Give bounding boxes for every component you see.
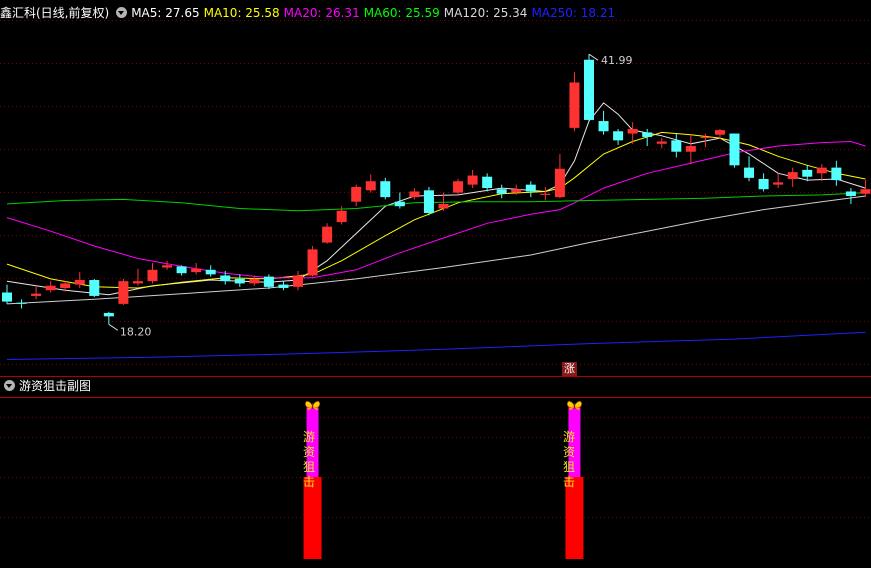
candle-body (744, 167, 755, 178)
signal-label-2: 游资狙击 (562, 430, 575, 489)
candle-body (74, 280, 85, 285)
candle-body (627, 129, 638, 134)
candle-body (525, 184, 536, 192)
candle-body (45, 285, 56, 291)
chart-canvas[interactable]: 41.99 18.20 (0, 0, 871, 564)
candle-body (511, 189, 522, 193)
candle-body (758, 178, 769, 190)
ma10-label: MA10: 25.58 (203, 6, 280, 20)
candle-body (642, 132, 653, 137)
ma250-label: MA250: 18.21 (531, 6, 616, 20)
butterfly-icon (567, 401, 582, 411)
candle-body (569, 82, 580, 128)
candle-body (89, 280, 100, 296)
low-price-label: 18.20 (120, 325, 152, 338)
candle-body (394, 201, 405, 207)
candle-body (438, 203, 449, 209)
butterfly-icon (305, 401, 320, 411)
high-price-label: 41.99 (601, 54, 633, 67)
ma60-label: MA60: 25.59 (363, 6, 440, 20)
limit-up-tag: 涨 (562, 362, 577, 376)
candle-body (220, 275, 231, 282)
candle-body (162, 265, 173, 268)
candle-body (496, 189, 507, 194)
candle-body (714, 130, 725, 135)
candle-body (249, 278, 260, 284)
candle-body (482, 176, 493, 189)
candle-body (860, 189, 871, 194)
stock-chart-window: 41.99 18.20 鑫汇科(日线,前复权) MA5: 27.65 MA10: 25… (0, 0, 871, 564)
candle-body (453, 181, 464, 193)
candle-body (816, 167, 827, 174)
ma5-label: MA5: 27.65 (131, 6, 200, 20)
candle-body (234, 278, 245, 284)
candle-body (540, 193, 551, 195)
candle-body (831, 167, 842, 181)
candle-body (60, 283, 71, 288)
candle-body (554, 168, 565, 198)
candle-body (263, 276, 274, 287)
sub-chart-header: 游资狙击副图 (0, 376, 95, 396)
candle-body (191, 268, 202, 273)
low-marker-line (108, 323, 119, 331)
candle-body (103, 312, 114, 317)
candle-body (336, 210, 347, 223)
candle-body (307, 249, 318, 276)
high-marker-line (588, 53, 599, 61)
candle-body (205, 269, 216, 275)
candle-body (278, 284, 289, 288)
sub-chart-title: 游资狙击副图 (19, 379, 92, 393)
candle-body (700, 136, 711, 139)
candle-body (423, 190, 434, 214)
candle-body (365, 181, 376, 191)
candle-body (16, 302, 27, 304)
candle-body (132, 281, 143, 284)
candle-body (729, 133, 740, 166)
candle-body (147, 269, 158, 282)
main-chart-header: 鑫汇科(日线,前复权) MA5: 27.65 MA10: 25.58 MA20: 26… (0, 3, 619, 23)
candle-body (613, 131, 624, 141)
stock-title: 鑫汇科(日线,前复权) (0, 6, 110, 20)
candle-body (293, 275, 303, 287)
candle-body (685, 146, 696, 152)
candle-body (467, 175, 478, 185)
candle-body (118, 281, 129, 304)
candle-body (351, 186, 362, 202)
signal-label-1: 游资狙击 (302, 430, 315, 489)
ma120-label: MA120: 25.34 (443, 6, 528, 20)
candle-body (322, 226, 333, 243)
candle-body (31, 293, 42, 296)
ma5-line (6, 102, 866, 296)
candle-body (671, 140, 682, 152)
candle-body (802, 169, 813, 177)
chevron-down-icon[interactable] (116, 7, 128, 18)
candle-body (584, 59, 594, 120)
ma20-label: MA20: 26.31 (283, 6, 360, 20)
candle-body (787, 172, 798, 179)
chevron-down-icon[interactable] (4, 380, 15, 391)
candle-body (380, 181, 391, 198)
candle-body (598, 121, 609, 132)
candle-body (656, 141, 667, 144)
candle-body (409, 191, 420, 198)
candle-body (845, 191, 856, 196)
candle-body (2, 292, 12, 302)
candle-body (176, 266, 187, 274)
candle-body (773, 182, 784, 185)
